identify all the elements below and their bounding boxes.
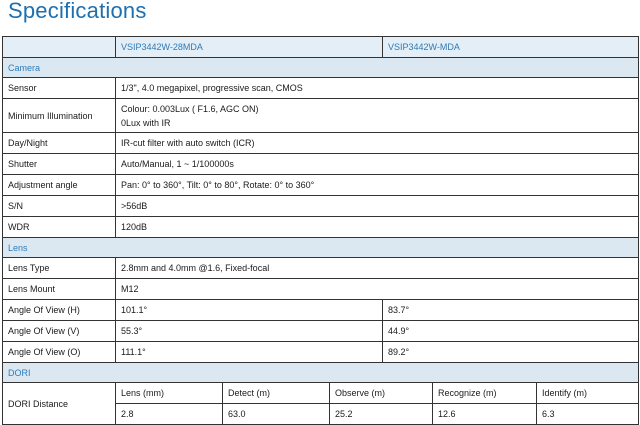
dori-value-identify: 6.3 xyxy=(536,403,640,425)
spec-value-model-2: 89.2° xyxy=(382,341,640,363)
spec-value-model-1: 55.3° xyxy=(114,320,384,342)
spec-label: Lens Mount xyxy=(2,278,116,300)
model-header-row: VSIP3442W-28MDA VSIP3442W-MDA xyxy=(2,36,640,58)
page-title: Specifications xyxy=(8,0,147,23)
model-name-1: VSIP3442W-28MDA xyxy=(114,36,384,58)
spec-row-shutter: Shutter Auto/Manual, 1 ~ 1/100000s xyxy=(2,153,640,175)
spec-value-model-1: 111.1° xyxy=(114,341,384,363)
spec-row-sn: S/N >56dB xyxy=(2,195,640,217)
dori-header-lens: Lens (mm) xyxy=(115,382,223,404)
dori-header-recognize: Recognize (m) xyxy=(432,382,538,404)
spec-row-min-illumination: Minimum Illumination Colour: 0.003Lux ( … xyxy=(2,98,640,133)
spec-row-aov-h: Angle Of View (H) 101.1° 83.7° xyxy=(2,299,640,321)
spec-label: WDR xyxy=(2,216,116,238)
spec-row-sensor: Sensor 1/3", 4.0 megapixel, progressive … xyxy=(2,77,640,99)
spec-value: Pan: 0° to 360°, Tilt: 0° to 80°, Rotate… xyxy=(114,174,640,196)
section-title-camera: Camera xyxy=(1,57,640,78)
spec-value-model-2: 44.9° xyxy=(382,320,640,342)
spec-label: Lens Type xyxy=(2,257,116,279)
spec-row-lens-mount: Lens Mount M12 xyxy=(2,278,640,300)
dori-value-detect: 63.0 xyxy=(222,403,330,425)
spec-value-line: 0Lux with IR xyxy=(121,117,171,128)
model-name-2: VSIP3442W-MDA xyxy=(382,36,640,58)
specifications-table: VSIP3442W-28MDA VSIP3442W-MDA Camera Sen… xyxy=(1,36,640,425)
spec-label: Adjustment angle xyxy=(2,174,116,196)
dori-header-detect: Detect (m) xyxy=(222,382,330,404)
spec-label: Sensor xyxy=(2,77,116,99)
spec-row-aov-v: Angle Of View (V) 55.3° 44.9° xyxy=(2,320,640,342)
dori-value-lens: 2.8 xyxy=(115,403,223,425)
spec-label: Day/Night xyxy=(2,132,116,154)
section-row-camera: Camera xyxy=(1,57,640,78)
spec-value: >56dB xyxy=(114,195,640,217)
section-row-dori: DORI xyxy=(1,362,640,383)
spec-value-model-2: 83.7° xyxy=(382,299,640,321)
section-row-lens: Lens xyxy=(1,237,640,258)
spec-row-adjustment-angle: Adjustment angle Pan: 0° to 360°, Tilt: … xyxy=(2,174,640,196)
dori-value-recognize: 12.6 xyxy=(432,403,538,425)
dori-value-observe: 25.2 xyxy=(328,403,434,425)
spec-label: Minimum Illumination xyxy=(2,98,116,133)
spec-value: 120dB xyxy=(114,216,640,238)
spec-label: Angle Of View (O) xyxy=(2,341,116,363)
blank-header-cell xyxy=(2,36,116,58)
spec-value: Colour: 0.003Lux ( F1.6, AGC ON) 0Lux wi… xyxy=(114,98,640,133)
spec-row-lens-type: Lens Type 2.8mm and 4.0mm @1.6, Fixed-fo… xyxy=(2,257,640,279)
spec-value: 2.8mm and 4.0mm @1.6, Fixed-focal xyxy=(114,257,640,279)
spec-label: DORI Distance xyxy=(2,382,116,425)
spec-row-wdr: WDR 120dB xyxy=(2,216,640,238)
dori-header-row: DORI Distance Lens (mm) Detect (m) Obser… xyxy=(2,382,640,425)
spec-value: Auto/Manual, 1 ~ 1/100000s xyxy=(114,153,640,175)
spec-value: 1/3", 4.0 megapixel, progressive scan, C… xyxy=(114,77,640,99)
spec-row-day-night: Day/Night IR-cut filter with auto switch… xyxy=(2,132,640,154)
spec-value: IR-cut filter with auto switch (ICR) xyxy=(114,132,640,154)
spec-row-aov-o: Angle Of View (O) 111.1° 89.2° xyxy=(2,341,640,363)
section-title-dori: DORI xyxy=(1,362,640,383)
spec-label: S/N xyxy=(2,195,116,217)
section-title-lens: Lens xyxy=(1,237,640,258)
spec-value-model-1: 101.1° xyxy=(114,299,384,321)
spec-label: Angle Of View (V) xyxy=(2,320,116,342)
dori-header-identify: Identify (m) xyxy=(536,382,640,404)
spec-label: Shutter xyxy=(2,153,116,175)
spec-value: M12 xyxy=(114,278,640,300)
spec-label: Angle Of View (H) xyxy=(2,299,116,321)
spec-value-line: Colour: 0.003Lux ( F1.6, AGC ON) xyxy=(121,103,259,114)
dori-header-observe: Observe (m) xyxy=(328,382,434,404)
